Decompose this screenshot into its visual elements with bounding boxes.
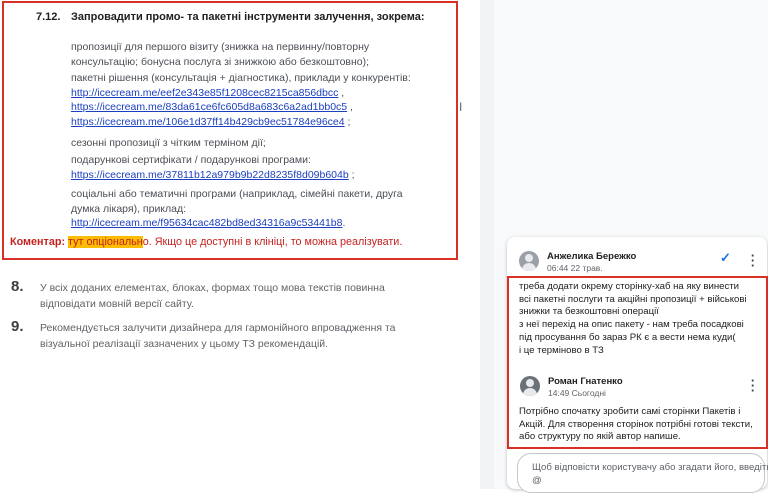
avatar xyxy=(519,251,539,271)
more-vert-icon[interactable]: · · · xyxy=(750,249,756,272)
reply-input[interactable]: Щоб відповісти користувачу або згадати й… xyxy=(517,453,768,493)
annotation-box-comments xyxy=(507,276,768,449)
panel-divider xyxy=(480,0,494,489)
item-number-8: 8. xyxy=(11,278,24,295)
comment-author: Анжелика Бережко xyxy=(547,251,637,262)
item-line: відповідати мовній версії сайту. xyxy=(40,298,194,310)
item-text-8[interactable]: У всіх доданих елементах, блоках, формах… xyxy=(40,280,385,312)
annotation-box-document xyxy=(2,1,458,260)
item-number-9: 9. xyxy=(11,318,24,335)
avatar-head xyxy=(525,254,533,262)
placeholder-line: @ xyxy=(532,475,542,486)
check-icon[interactable]: ✓ xyxy=(720,250,731,266)
reply-placeholder: Щоб відповісти користувачу або згадати й… xyxy=(532,461,768,487)
avatar-body xyxy=(522,263,536,271)
item-line: візуальної реалізації зазначених у цьому… xyxy=(40,338,329,350)
text-cursor-icon: I xyxy=(459,100,463,114)
placeholder-line: Щоб відповісти користувачу або згадати й… xyxy=(532,462,768,473)
item-line: Рекомендується залучити дизайнера для га… xyxy=(40,322,396,334)
item-line: У всіх доданих елементах, блоках, формах… xyxy=(40,282,385,294)
comment-time: 06:44 22 трав. xyxy=(547,263,603,273)
item-text-9[interactable]: Рекомендується залучити дизайнера для га… xyxy=(40,320,396,352)
